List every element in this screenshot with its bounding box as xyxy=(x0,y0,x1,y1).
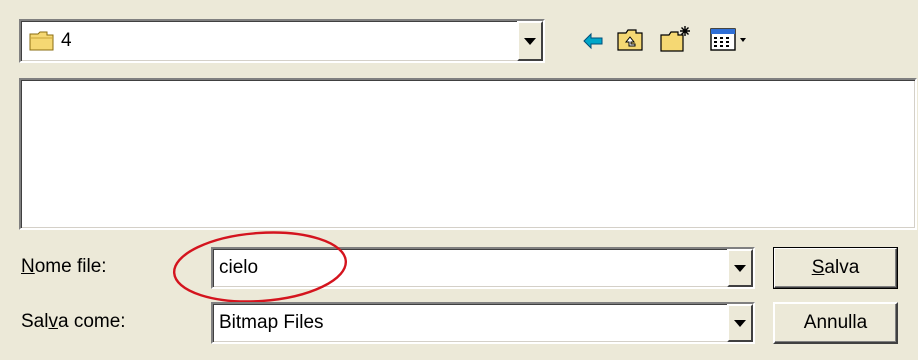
location-value: 4 xyxy=(61,30,72,51)
up-folder-icon xyxy=(617,29,643,51)
chevron-down-icon xyxy=(734,264,746,272)
location-combo[interactable]: 4 xyxy=(19,19,545,63)
location-dropdown-button[interactable] xyxy=(517,21,543,61)
saveas-label: Salva come: xyxy=(21,311,126,332)
saveas-type-select[interactable]: Bitmap Files xyxy=(211,302,755,344)
chevron-down-icon xyxy=(524,37,536,45)
view-menu-button[interactable] xyxy=(708,24,752,56)
highlight-ellipse xyxy=(172,231,348,303)
new-folder-button[interactable] xyxy=(658,22,694,56)
folder-icon xyxy=(29,30,55,58)
cancel-button[interactable]: Annulla xyxy=(773,302,898,344)
chevron-down-icon xyxy=(734,319,746,327)
view-menu-icon xyxy=(710,28,746,51)
saveas-dropdown-button[interactable] xyxy=(727,304,753,342)
filename-dropdown-button[interactable] xyxy=(727,249,753,287)
filename-label: Nome file: xyxy=(21,256,107,277)
back-button[interactable] xyxy=(580,26,606,56)
file-list[interactable] xyxy=(19,78,917,230)
back-arrow-icon xyxy=(583,32,603,50)
saveas-type-value: Bitmap Files xyxy=(219,312,324,333)
up-folder-button[interactable] xyxy=(614,24,646,56)
new-folder-icon xyxy=(660,26,690,52)
save-button[interactable]: Salva xyxy=(773,247,898,289)
